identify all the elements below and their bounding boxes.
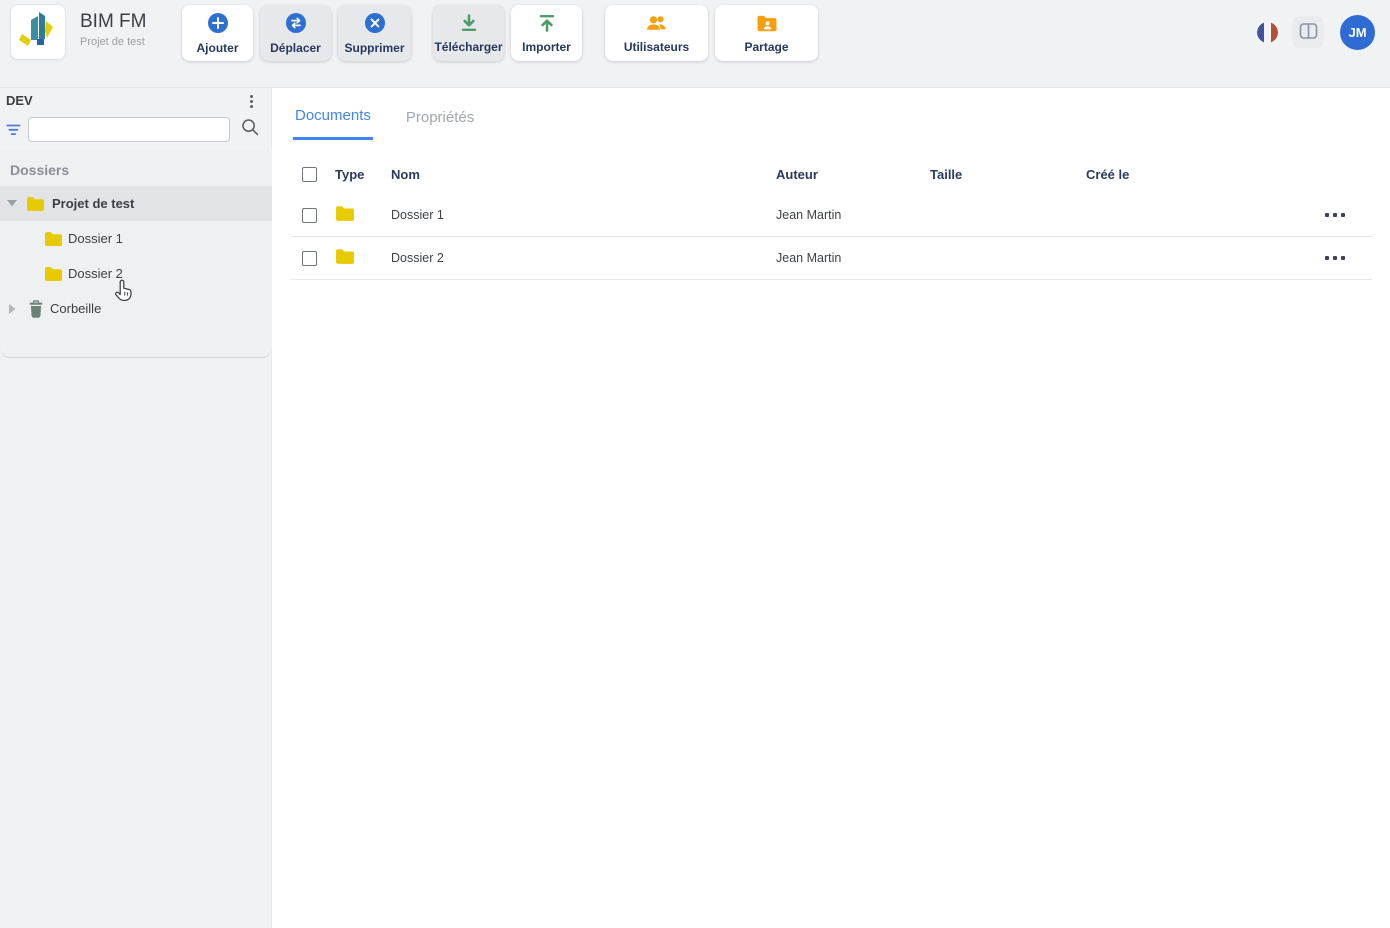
user-avatar[interactable]: JM xyxy=(1340,15,1375,50)
tree-item-label: Dossier 2 xyxy=(68,266,123,281)
tree-item-corbeille[interactable]: Corbeille xyxy=(0,291,272,326)
folders-section-title: Dossiers xyxy=(10,162,70,178)
share-button-label: Partage xyxy=(744,39,789,54)
chevron-down-icon[interactable] xyxy=(6,198,18,210)
upload-icon xyxy=(537,13,557,36)
topbar: BIM FM Projet de test Ajouter Déplacer S… xyxy=(0,0,1390,88)
add-button-label: Ajouter xyxy=(196,41,239,55)
tab-bar: Documents Propriétés xyxy=(272,88,1390,140)
row-checkbox[interactable] xyxy=(302,250,317,266)
select-all-checkbox[interactable] xyxy=(302,166,317,182)
folder-icon xyxy=(26,196,45,212)
users-button-label: Utilisateurs xyxy=(623,39,690,54)
folder-icon xyxy=(335,206,355,225)
share-button[interactable]: Partage xyxy=(715,5,818,61)
tree-item-label: Projet de test xyxy=(52,196,135,211)
column-header-author: Auteur xyxy=(776,166,818,182)
search-button[interactable] xyxy=(239,117,261,141)
tree-item-dossier-2[interactable]: Dossier 2 xyxy=(0,256,272,291)
delete-button-label: Supprimer xyxy=(344,41,405,55)
chevron-right-icon[interactable] xyxy=(6,303,18,315)
tree-item-projet-de-test[interactable]: Projet de test xyxy=(0,186,272,221)
download-button-label: Télécharger xyxy=(434,40,503,54)
row-menu-button[interactable] xyxy=(1325,252,1345,264)
document-author: Jean Martin xyxy=(776,208,842,222)
row-checkbox[interactable] xyxy=(302,207,317,223)
users-button[interactable]: Utilisateurs xyxy=(605,5,708,61)
column-header-created: Créé le xyxy=(1086,166,1130,182)
tree-item-label: Dossier 1 xyxy=(68,231,123,246)
folder-icon xyxy=(335,249,355,268)
sidebar-menu-button[interactable] xyxy=(243,90,259,112)
move-button-label: Déplacer xyxy=(270,41,321,55)
document-name: Dossier 2 xyxy=(391,251,444,265)
app-title: BIM FM xyxy=(80,11,147,32)
filter-icon xyxy=(5,124,21,139)
import-button[interactable]: Importer xyxy=(511,5,582,61)
app-logo[interactable] xyxy=(10,4,66,60)
table-header-row: Type Nom Auteur Taille Créé le xyxy=(290,154,1372,194)
row-menu-button[interactable] xyxy=(1325,209,1345,221)
share-folder-icon xyxy=(756,14,778,36)
tab-properties[interactable]: Propriétés xyxy=(404,107,476,140)
table-row-dossier-2[interactable]: Dossier 2 Jean Martin xyxy=(290,237,1372,280)
tree-item-label: Corbeille xyxy=(50,301,102,316)
avatar-initials: JM xyxy=(1348,25,1367,40)
column-header-size: Taille xyxy=(930,166,963,182)
search-input[interactable] xyxy=(28,117,230,142)
download-button[interactable]: Télécharger xyxy=(433,5,504,61)
language-flag-button[interactable] xyxy=(1257,22,1278,43)
tree-item-dossier-1[interactable]: Dossier 1 xyxy=(0,221,272,256)
workspace-label: DEV xyxy=(6,93,33,108)
move-button[interactable]: Déplacer xyxy=(260,5,331,61)
close-circle-icon xyxy=(364,12,386,37)
document-author: Jean Martin xyxy=(776,251,842,265)
filter-button[interactable] xyxy=(3,121,23,141)
folder-icon xyxy=(44,266,63,282)
bim-building-icon xyxy=(18,10,58,55)
column-header-type: Type xyxy=(335,166,365,182)
folder-icon xyxy=(44,231,63,247)
download-icon xyxy=(459,13,479,36)
users-icon xyxy=(645,14,669,36)
tab-documents[interactable]: Documents xyxy=(293,107,373,140)
main-content: Documents Propriétés Type Nom Auteur Tai… xyxy=(272,88,1390,928)
search-icon xyxy=(241,119,260,140)
trash-icon xyxy=(28,299,44,318)
column-header-name: Nom xyxy=(391,166,420,182)
split-panel-icon xyxy=(1299,22,1318,43)
import-button-label: Importer xyxy=(522,40,571,54)
swap-circle-icon xyxy=(285,12,307,37)
delete-button[interactable]: Supprimer xyxy=(338,5,411,61)
add-button[interactable]: Ajouter xyxy=(182,5,253,61)
app-subtitle: Projet de test xyxy=(80,36,145,48)
table-row-dossier-1[interactable]: Dossier 1 Jean Martin xyxy=(290,194,1372,237)
split-view-button[interactable] xyxy=(1292,16,1324,48)
french-flag-icon xyxy=(1257,22,1278,43)
folders-panel: Dossiers Projet de test Dossier 1 Dossie… xyxy=(0,150,272,358)
document-name: Dossier 1 xyxy=(391,208,444,222)
documents-table: Type Nom Auteur Taille Créé le Dossier 1… xyxy=(290,154,1372,280)
sidebar: DEV Dossiers Projet de test Dossier 1 Do… xyxy=(0,88,272,928)
plus-circle-icon xyxy=(207,12,229,37)
